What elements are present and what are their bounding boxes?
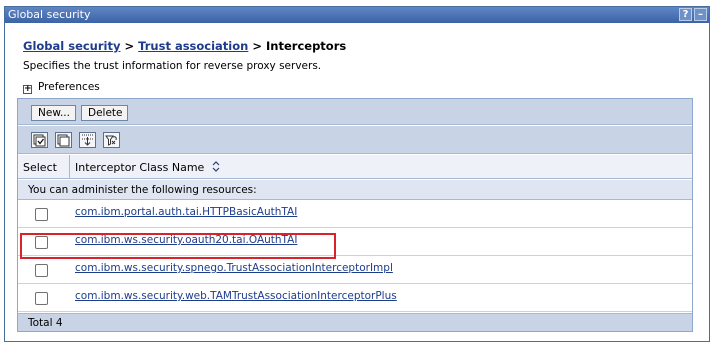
show-filter-icon[interactable] <box>79 132 96 148</box>
breadcrumb: Global security > Trust association > In… <box>23 39 346 53</box>
table-icon-bar <box>18 126 692 154</box>
row-checkbox[interactable] <box>35 292 48 305</box>
breadcrumb-trust-association[interactable]: Trust association <box>138 39 248 53</box>
new-button[interactable]: New... <box>31 105 76 121</box>
clear-filter-icon[interactable] <box>103 132 120 148</box>
breadcrumb-separator: > <box>124 39 135 53</box>
delete-button[interactable]: Delete <box>81 105 128 121</box>
global-security-panel: Global security ? – Global security > Tr… <box>4 6 710 342</box>
panel-title-bar: Global security ? – <box>5 7 709 23</box>
deselect-all-icon[interactable] <box>55 132 72 148</box>
breadcrumb-global-security[interactable]: Global security <box>23 39 120 53</box>
preferences-label: Preferences <box>38 81 100 93</box>
row-checkbox[interactable] <box>35 264 48 277</box>
total-count: Total 4 <box>28 317 63 329</box>
breadcrumb-current: Interceptors <box>266 39 347 53</box>
panel-title: Global security <box>8 8 91 21</box>
interceptors-table: New... Delete Select Interceptor Class N… <box>17 98 693 332</box>
column-header-label: Interceptor Class Name <box>75 161 205 174</box>
table-header-row: Select Interceptor Class Name <box>18 155 692 179</box>
page-description: Specifies the trust information for reve… <box>23 60 322 72</box>
action-button-bar: New... Delete <box>18 99 692 125</box>
resource-info-text: You can administer the following resourc… <box>28 184 257 196</box>
sort-icon[interactable] <box>212 161 220 172</box>
help-button[interactable]: ? <box>679 8 692 21</box>
breadcrumb-separator: > <box>252 39 262 53</box>
interceptor-link[interactable]: com.ibm.ws.security.spnego.TrustAssociat… <box>75 262 393 274</box>
interceptor-link[interactable]: com.ibm.ws.security.web.TAMTrustAssociat… <box>75 290 397 302</box>
column-header-interceptor-class-name[interactable]: Interceptor Class Name <box>75 161 220 174</box>
resource-info-row: You can administer the following resourc… <box>18 180 692 200</box>
highlight-annotation <box>20 233 336 259</box>
table-row: com.ibm.portal.auth.tai.HTTPBasicAuthTAI <box>18 201 692 228</box>
table-footer: Total 4 <box>18 313 692 331</box>
column-header-select: Select <box>23 161 57 174</box>
interceptor-link[interactable]: com.ibm.portal.auth.tai.HTTPBasicAuthTAI <box>75 206 297 218</box>
minimize-button[interactable]: – <box>694 8 707 21</box>
table-row: com.ibm.ws.security.web.TAMTrustAssociat… <box>18 285 692 312</box>
column-divider <box>69 155 70 179</box>
row-checkbox[interactable] <box>35 208 48 221</box>
table-row: com.ibm.ws.security.spnego.TrustAssociat… <box>18 257 692 284</box>
preferences-toggle[interactable]: + Preferences <box>23 81 100 94</box>
expand-icon[interactable]: + <box>23 85 32 94</box>
select-all-icon[interactable] <box>31 132 48 148</box>
